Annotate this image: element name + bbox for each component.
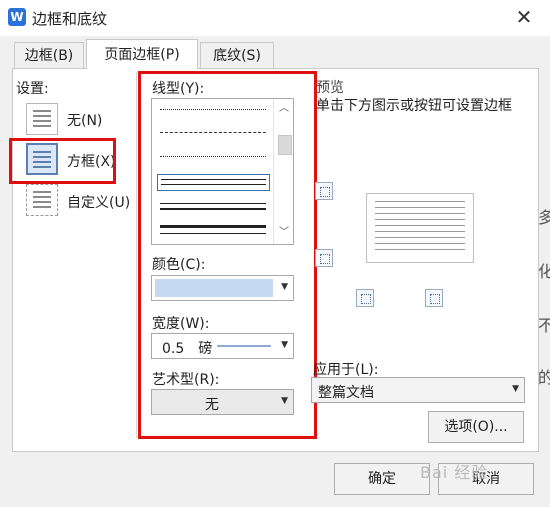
watermark-text: Bai 经验	[420, 463, 489, 482]
line-options-highlight-box	[138, 71, 317, 439]
background-char: 的	[538, 368, 550, 387]
apply-select[interactable]: 整篇文档 ▼	[311, 377, 525, 403]
tab-borders[interactable]: 边框(B)	[14, 42, 84, 68]
background-char: 不	[538, 316, 550, 335]
preview-page[interactable]	[366, 193, 474, 263]
right-border-icon[interactable]	[425, 289, 443, 307]
setting-custom-label[interactable]: 自定义(U)	[67, 192, 130, 212]
setting-highlight-box	[9, 138, 116, 184]
background-char: 化	[538, 262, 550, 281]
wps-app-icon: W	[8, 8, 26, 26]
left-border-icon[interactable]	[356, 289, 374, 307]
options-button[interactable]: 选项(O)...	[428, 411, 524, 443]
bottom-border-icon[interactable]	[315, 249, 333, 267]
setting-custom-icon[interactable]	[26, 184, 58, 216]
setting-none-label[interactable]: 无(N)	[67, 110, 102, 130]
top-border-icon[interactable]	[315, 182, 333, 200]
preview-label: 预览	[316, 80, 344, 96]
apply-label: 应用于(L):	[313, 362, 379, 378]
close-icon[interactable]: ✕	[512, 6, 536, 30]
background-char: 多	[538, 208, 550, 227]
tab-page-border[interactable]: 页面边框(P)	[86, 39, 198, 69]
window-title: 边框和底纹	[32, 10, 108, 28]
tab-shading[interactable]: 底纹(S)	[200, 42, 274, 68]
apply-value: 整篇文档	[318, 385, 374, 401]
dropdown-arrow-icon: ▼	[512, 384, 519, 394]
preview-hint: 单击下方图示或按钮可设置边框	[316, 98, 512, 114]
setting-none-icon[interactable]	[26, 103, 58, 135]
settings-label: 设置:	[16, 81, 49, 97]
ok-button[interactable]: 确定	[334, 463, 430, 495]
